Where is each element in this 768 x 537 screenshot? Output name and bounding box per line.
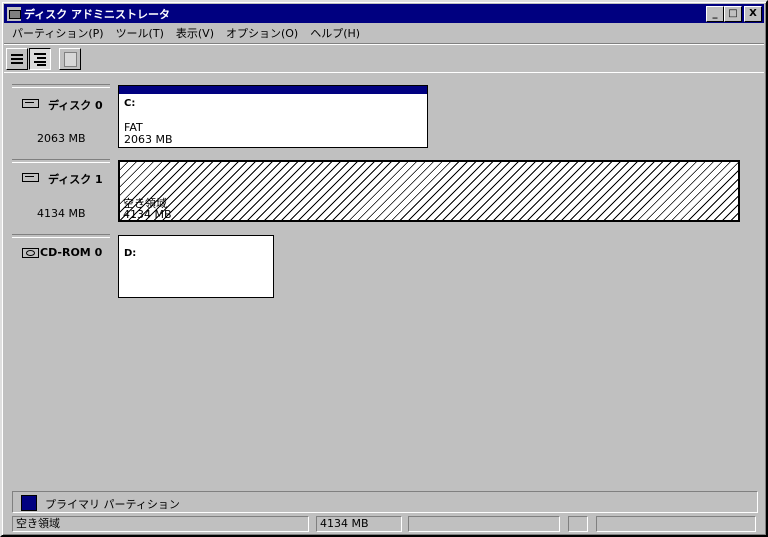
partition-d[interactable]: D: xyxy=(118,235,274,298)
toolbar xyxy=(4,43,764,73)
free-space-size: 4134 MB xyxy=(123,208,172,221)
volumes-view-button[interactable] xyxy=(6,48,28,70)
primary-partition-swatch xyxy=(21,495,37,511)
disk-configuration-view-button[interactable] xyxy=(29,48,51,70)
menu-help[interactable]: ヘルプ(H) xyxy=(304,25,366,41)
disk-1-size: 4134 MB xyxy=(37,207,86,220)
free-space-disk-1[interactable]: 空き領域 4134 MB xyxy=(118,160,740,222)
partition-c[interactable]: C: FAT 2063 MB xyxy=(118,85,428,148)
status-panel-5 xyxy=(596,516,756,532)
menu-options[interactable]: オプション(O) xyxy=(220,25,304,41)
partition-d-drive: D: xyxy=(124,248,137,259)
status-panel-3 xyxy=(408,516,560,532)
legend: プライマリ パーティション xyxy=(12,491,758,513)
disk-0-label[interactable]: ディスク 0 2063 MB xyxy=(12,84,110,148)
title-bar[interactable]: ディスク アドミニストレータ _ □ X xyxy=(4,4,764,23)
cdrom-0-name: CD-ROM 0 xyxy=(40,246,103,259)
disk-administrator-window: ディスク アドミニストレータ _ □ X パーティション(P) ツール(T) 表… xyxy=(0,0,768,537)
disk-map: ディスク 0 2063 MB C: FAT 2063 MB ディスク 1 413… xyxy=(4,73,764,487)
disk-0-size: 2063 MB xyxy=(37,132,86,145)
window-title: ディスク アドミニストレータ xyxy=(24,7,171,21)
status-size: 4134 MB xyxy=(316,516,402,532)
status-selection: 空き領域 xyxy=(12,516,309,532)
menu-partition[interactable]: パーティション(P) xyxy=(6,25,110,41)
disk-1-name: ディスク 1 xyxy=(48,173,103,186)
close-button[interactable]: X xyxy=(744,6,762,22)
menu-view[interactable]: 表示(V) xyxy=(170,25,220,41)
partition-c-size: 2063 MB xyxy=(124,133,173,146)
hard-disk-icon xyxy=(22,173,39,182)
disk-1-label[interactable]: ディスク 1 4134 MB xyxy=(12,159,110,223)
status-panel-4 xyxy=(568,516,588,532)
properties-icon xyxy=(64,52,77,67)
volumes-view-icon xyxy=(11,53,23,65)
disk-0-name: ディスク 0 xyxy=(48,99,103,112)
cdrom-0-label[interactable]: CD-ROM 0 xyxy=(12,234,110,298)
legend-label: プライマリ パーティション xyxy=(45,498,180,511)
hard-disk-icon xyxy=(22,99,39,108)
primary-partition-bar xyxy=(119,86,427,94)
cdrom-icon xyxy=(22,248,39,258)
status-bar: 空き領域 4134 MB xyxy=(12,516,758,532)
disk-configuration-view-icon xyxy=(34,53,46,66)
menu-bar: パーティション(P) ツール(T) 表示(V) オプション(O) ヘルプ(H) xyxy=(6,24,366,42)
maximize-button[interactable]: □ xyxy=(724,6,742,22)
properties-button[interactable] xyxy=(59,48,81,70)
minimize-button[interactable]: _ xyxy=(706,6,724,22)
app-icon[interactable] xyxy=(7,6,21,21)
menu-tools[interactable]: ツール(T) xyxy=(110,25,170,41)
partition-c-drive: C: xyxy=(124,98,136,109)
